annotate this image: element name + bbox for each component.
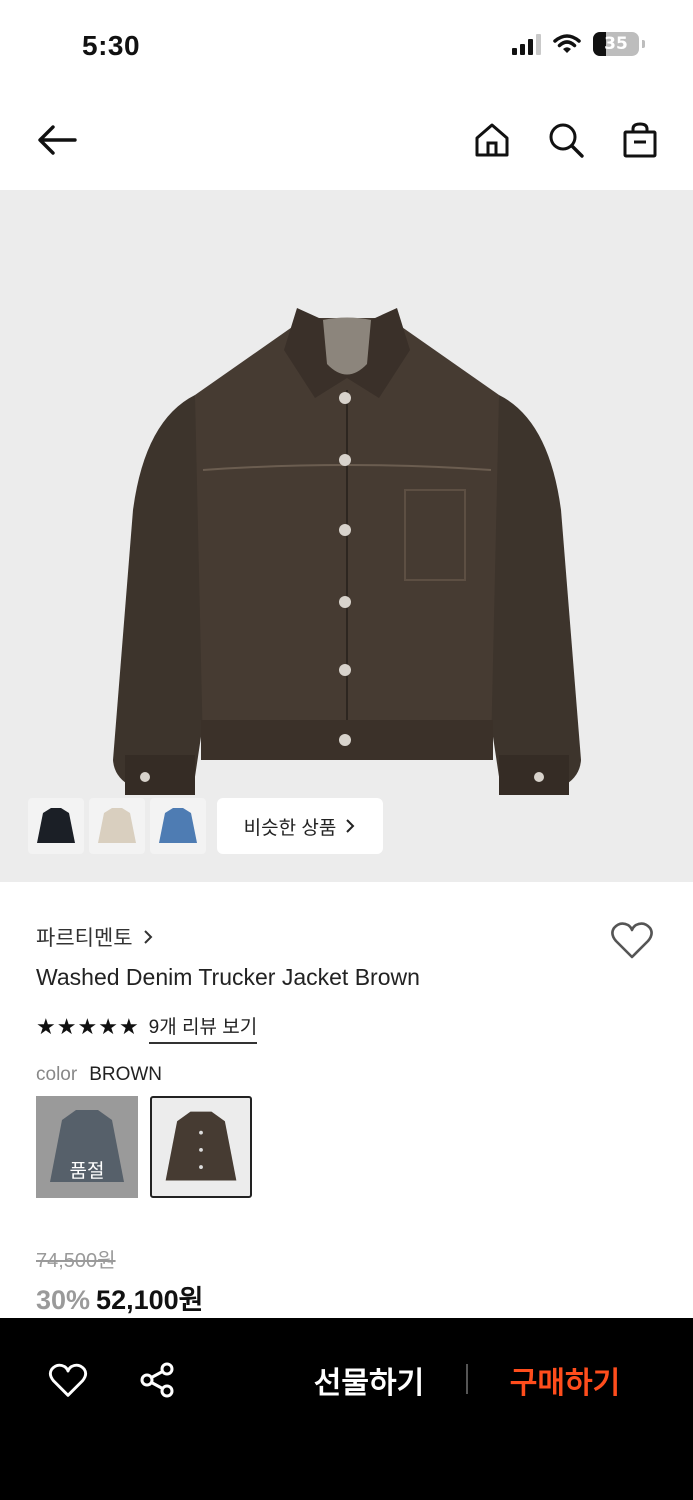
heart-outline-icon	[48, 1363, 88, 1397]
star-icon: ★	[98, 1015, 118, 1040]
battery-percent: 35	[604, 34, 628, 54]
color-label: color	[36, 1064, 78, 1085]
status-icons: 35	[512, 32, 645, 56]
star-icon: ★	[56, 1015, 77, 1040]
home-button[interactable]	[468, 116, 516, 164]
wishlist-button-bottom[interactable]	[44, 1356, 92, 1404]
star-icon: ★	[118, 1015, 139, 1040]
search-button[interactable]	[542, 116, 590, 164]
shopping-bag-button[interactable]	[616, 116, 664, 164]
search-icon	[549, 123, 584, 158]
original-price: 74,500원	[36, 1250, 116, 1272]
color-swatches: 품절	[36, 1096, 252, 1198]
similar-products-label: 비슷한 상품	[243, 817, 337, 839]
chevron-right-icon	[346, 819, 355, 833]
divider	[466, 1364, 468, 1394]
battery-tip	[642, 40, 645, 48]
star-icon: ★	[77, 1015, 98, 1040]
home-icon	[475, 123, 509, 157]
brown-denim-jacket-image	[113, 308, 581, 795]
brand-name: 파르티멘토	[36, 927, 133, 950]
color-row: color BROWN	[36, 1064, 162, 1086]
swatch-soldout[interactable]: 품절	[36, 1096, 138, 1198]
rating-stars: ★ ★ ★ ★ ★	[36, 1017, 139, 1039]
product-name: Washed Denim Trucker Jacket Brown	[36, 964, 420, 990]
back-button[interactable]	[33, 116, 81, 164]
color-value: BROWN	[89, 1064, 163, 1085]
blue-denim-jacket-thumbnail[interactable]	[150, 798, 206, 854]
discount-rate: 30%	[36, 1285, 91, 1315]
shopping-bag-icon	[623, 122, 657, 158]
chevron-right-icon	[143, 930, 153, 944]
rating-row: ★ ★ ★ ★ ★ 9개 리뷰 보기	[36, 1012, 258, 1044]
gift-button[interactable]: 선물하기	[302, 1358, 436, 1402]
sale-price: 52,100원	[96, 1285, 204, 1315]
product-info: 파르티멘토 Washed Denim Trucker Jacket Brown …	[0, 882, 693, 1318]
heart-outline-icon	[611, 922, 653, 959]
battery-icon: 35	[593, 32, 639, 56]
cellular-signal-icon	[512, 33, 541, 55]
beige-jacket-thumbnail[interactable]	[89, 798, 145, 854]
status-time: 5:30	[82, 30, 141, 61]
star-icon: ★	[36, 1015, 56, 1040]
similar-products-button[interactable]: 비슷한 상품	[217, 798, 383, 854]
soldout-label: 품절	[69, 1161, 105, 1182]
thumbnail-strip: 비슷한 상품	[28, 798, 383, 854]
review-link[interactable]: 9개 리뷰 보기	[148, 1012, 258, 1044]
back-arrow-icon	[38, 125, 77, 155]
brown-jacket-swatch-image	[165, 1111, 237, 1181]
brand-link[interactable]: 파르티멘토	[36, 922, 153, 952]
swatch-brown-selected[interactable]	[150, 1096, 252, 1198]
share-icon	[140, 1362, 174, 1398]
product-image-area[interactable]: 비슷한 상품	[0, 190, 693, 882]
buy-button[interactable]: 구매하기	[498, 1358, 632, 1402]
wifi-icon	[553, 34, 581, 53]
share-button[interactable]	[134, 1356, 182, 1404]
price-row: 30% 52,100원	[36, 1278, 203, 1317]
wishlist-button[interactable]	[608, 916, 656, 964]
top-navigation	[0, 92, 693, 190]
status-bar: 5:30 35	[0, 0, 693, 92]
black-jacket-thumbnail[interactable]	[28, 798, 84, 854]
bottom-action-bar: 선물하기 구매하기	[0, 1318, 693, 1500]
